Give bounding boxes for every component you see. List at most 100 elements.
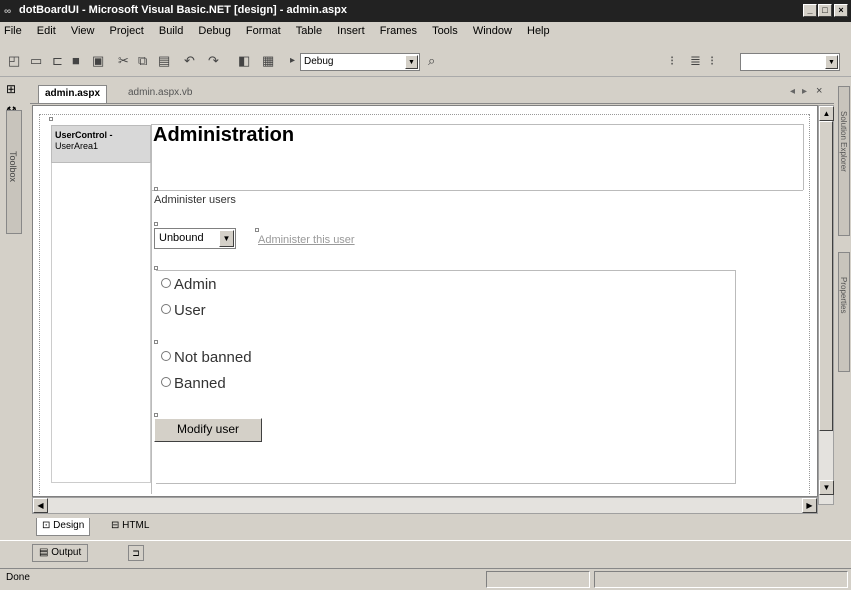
menu-debug[interactable]: Debug (198, 25, 230, 37)
chevron-down-icon: ▼ (219, 230, 234, 247)
menu-frames[interactable]: Frames (380, 25, 417, 37)
navigate-icon[interactable]: ◧ (238, 53, 250, 69)
output-pin-icon[interactable]: ⊐ (128, 545, 144, 561)
radio-banned-label: Banned (174, 375, 226, 392)
tab-html[interactable]: ⊟ HTML (106, 518, 154, 536)
label-glyph (154, 187, 158, 191)
close-doc-icon[interactable]: × (816, 85, 822, 97)
html-view-icon: ⊟ (111, 520, 123, 531)
menu-edit[interactable]: Edit (37, 25, 56, 37)
standard-toolbar: ◰ ▭ ⊏ ■ ▣ ✂ ⧉ ▤ ↶ ↷ ◧ ▦ ▸ Debug ▼ ⌕ ⁝ ≣ … (0, 41, 851, 77)
order-icon[interactable]: ⁝ (710, 53, 714, 69)
window-title: dotBoardUI - Microsoft Visual Basic.NET … (19, 4, 348, 16)
solution-config-select[interactable]: Debug ▼ (300, 53, 420, 71)
document-tabs: admin.aspx admin.aspx.vb ◂ ▸ × (30, 82, 834, 104)
close-button[interactable]: × (834, 4, 848, 17)
radio-admin-label: Admin (174, 276, 217, 293)
maximize-button[interactable]: □ (818, 4, 832, 17)
scroll-right-icon[interactable]: ▶ (802, 498, 817, 513)
menu-file[interactable]: File (4, 25, 22, 37)
tab-admin-aspx-vb[interactable]: admin.aspx.vb (122, 85, 198, 103)
server-explorer-icon[interactable]: ⊞ (6, 82, 16, 96)
start-icon[interactable]: ▸ (290, 55, 295, 66)
vertical-scrollbar[interactable]: ▲ ▼ (818, 105, 834, 505)
menu-tools[interactable]: Tools (432, 25, 458, 37)
radio-circle-icon (161, 278, 171, 288)
find-icon[interactable]: ⌕ (428, 53, 435, 69)
view-tabs: ⊡ Design ⊟ HTML (30, 515, 834, 539)
radio-user-label: User (174, 302, 206, 319)
design-surface[interactable]: UserControl - UserArea1 Administration A… (32, 105, 818, 497)
save-icon[interactable]: ■ (72, 53, 80, 68)
link-glyph (255, 228, 259, 232)
horizontal-scrollbar[interactable]: ◀ ▶ (32, 497, 818, 514)
cut-icon[interactable]: ✂ (118, 53, 129, 69)
output-icon: ▤ (39, 547, 52, 558)
radiolist-glyph (154, 340, 158, 344)
user-control-header[interactable]: UserControl - UserArea1 (51, 125, 151, 163)
menu-format[interactable]: Format (246, 25, 281, 37)
menu-insert[interactable]: Insert (337, 25, 365, 37)
tab-html-label: HTML (122, 520, 150, 531)
add-item-icon[interactable]: ▭ (30, 53, 42, 69)
chevron-down-icon: ▼ (825, 55, 838, 69)
radio-circle-icon (161, 377, 171, 387)
administer-user-link[interactable]: Administer this user (258, 234, 355, 246)
app-icon: ∞ (4, 6, 12, 17)
scroll-up-icon[interactable]: ▲ (819, 106, 834, 121)
user-select[interactable]: Unbound ▼ (154, 228, 236, 249)
status-panel-2 (594, 571, 848, 588)
vertical-scroll-thumb[interactable] (819, 121, 833, 431)
solution-explorer-tab[interactable]: Solution Explorer (838, 86, 850, 236)
select-glyph (154, 222, 158, 226)
list-icon[interactable]: ≣ (690, 53, 701, 69)
tab-scroll-right-icon[interactable]: ▸ (802, 86, 807, 97)
status-bar: Done (0, 568, 851, 590)
undo-icon[interactable]: ↶ (184, 53, 195, 69)
toolbox-label: Toolbox (8, 151, 18, 183)
scroll-left-icon[interactable]: ◀ (33, 498, 48, 513)
properties-tab[interactable]: Properties (838, 252, 850, 372)
tab-admin-aspx[interactable]: admin.aspx (38, 85, 108, 103)
radio-circle-icon (161, 351, 171, 361)
tab-design-label: Design (53, 520, 85, 531)
chevron-down-icon: ▼ (405, 55, 418, 69)
status-panel-1 (486, 571, 590, 588)
radio-circle-icon (161, 304, 171, 314)
menu-window[interactable]: Window (473, 25, 512, 37)
radio-banned[interactable]: Banned (161, 375, 226, 392)
tab-scroll-left-icon[interactable]: ◂ (790, 86, 795, 97)
solution-config-value: Debug (304, 56, 334, 67)
solution-explorer-label: Solution Explorer (839, 111, 848, 172)
align-icon[interactable]: ⁝ (670, 53, 674, 69)
window-icon[interactable]: ▦ (262, 53, 274, 69)
new-project-icon[interactable]: ◰ (8, 53, 20, 69)
tab-design[interactable]: ⊡ Design (36, 518, 91, 536)
menu-view[interactable]: View (71, 25, 95, 37)
radio-admin[interactable]: Admin (161, 276, 217, 293)
save-all-icon[interactable]: ▣ (92, 53, 104, 69)
radio-user[interactable]: User (161, 302, 206, 319)
menu-table[interactable]: Table (296, 25, 322, 37)
button-glyph (154, 413, 158, 417)
toolbox-tab[interactable]: Toolbox (6, 110, 22, 234)
menu-project[interactable]: Project (110, 25, 144, 37)
menu-bar: File Edit View Project Build Debug Forma… (0, 22, 851, 41)
minimize-button[interactable]: _ (803, 4, 817, 17)
output-tab-label: Output (51, 547, 82, 558)
scroll-down-icon[interactable]: ▼ (819, 480, 834, 495)
open-file-icon[interactable]: ⊏ (52, 53, 63, 69)
radio-not-banned[interactable]: Not banned (161, 349, 252, 366)
output-tab[interactable]: ▤ Output (32, 544, 89, 562)
title-bar: ∞ dotBoardUI - Microsoft Visual Basic.NET… (0, 0, 851, 22)
copy-icon[interactable]: ⧉ (138, 53, 147, 69)
paste-icon[interactable]: ▤ (158, 53, 170, 69)
menu-build[interactable]: Build (159, 25, 183, 37)
menu-help[interactable]: Help (527, 25, 550, 37)
user-control-title: UserControl - (55, 130, 113, 140)
user-control-name: UserArea1 (55, 141, 99, 151)
redo-icon[interactable]: ↷ (208, 53, 219, 69)
toolbar-combo[interactable]: ▼ (740, 53, 840, 71)
modify-user-button[interactable]: Modify user (154, 418, 262, 442)
user-select-value: Unbound (159, 232, 204, 244)
